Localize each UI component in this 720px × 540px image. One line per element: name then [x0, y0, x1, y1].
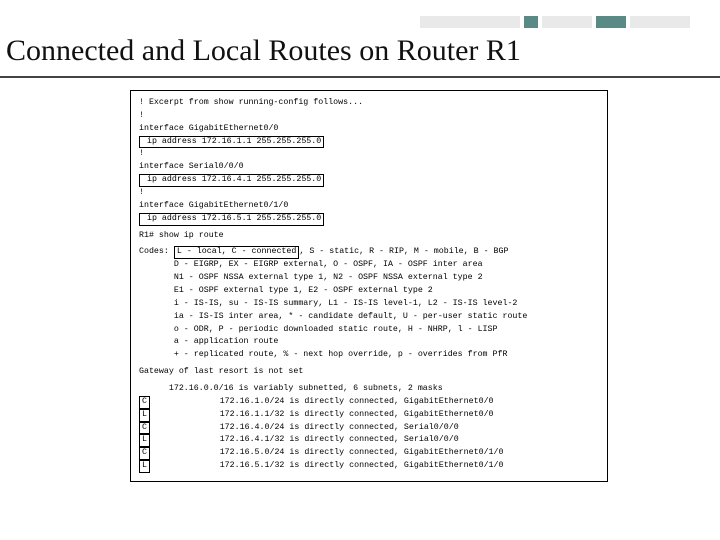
route-code-highlight: L — [139, 434, 150, 447]
terminal-line: E1 - OSPF external type 1, E2 - OSPF ext… — [139, 285, 599, 298]
route-code-highlight: L — [139, 409, 150, 422]
ip-address-highlight: ip address 172.16.5.1 255.255.255.0 — [139, 213, 324, 226]
terminal-line: Gateway of last resort is not set — [139, 366, 599, 379]
terminal-panel: ! Excerpt from show running-config follo… — [130, 90, 608, 482]
route-code-highlight: C — [139, 447, 150, 460]
terminal-line: a - application route — [139, 336, 599, 349]
ip-address-highlight: ip address 172.16.1.1 255.255.255.0 — [139, 136, 324, 149]
terminal-line: ip address 172.16.5.1 255.255.255.0 — [139, 213, 599, 226]
terminal-line: C 172.16.1.0/24 is directly connected, G… — [139, 396, 599, 409]
terminal-line: interface GigabitEthernet0/1/0 — [139, 200, 599, 213]
terminal-line: L 172.16.4.1/32 is directly connected, S… — [139, 434, 599, 447]
terminal-line: ! — [139, 187, 599, 200]
terminal-line: interface GigabitEthernet0/0 — [139, 123, 599, 136]
terminal-line: i - IS-IS, su - IS-IS summary, L1 - IS-I… — [139, 298, 599, 311]
route-code-highlight: C — [139, 422, 150, 435]
terminal-line: ! — [139, 148, 599, 161]
terminal-line: D - EIGRP, EX - EIGRP external, O - OSPF… — [139, 259, 599, 272]
slide-title: Connected and Local Routes on Router R1 — [6, 34, 521, 68]
terminal-line: o - ODR, P - periodic downloaded static … — [139, 324, 599, 337]
codes-highlight: L - local, C - connected — [174, 246, 300, 259]
terminal-line: ip address 172.16.4.1 255.255.255.0 — [139, 174, 599, 187]
terminal-line: ! Excerpt from show running-config follo… — [139, 97, 599, 110]
terminal-line: L 172.16.5.1/32 is directly connected, G… — [139, 460, 599, 473]
terminal-line: Codes: L - local, C - connected, S - sta… — [139, 246, 599, 259]
terminal-line: ip address 172.16.1.1 255.255.255.0 — [139, 136, 599, 149]
terminal-line: C 172.16.5.0/24 is directly connected, G… — [139, 447, 599, 460]
terminal-line: ! — [139, 110, 599, 123]
terminal-line: L 172.16.1.1/32 is directly connected, G… — [139, 409, 599, 422]
terminal-line: ia - IS-IS inter area, * - candidate def… — [139, 311, 599, 324]
terminal-line: 172.16.0.0/16 is variably subnetted, 6 s… — [139, 383, 599, 396]
route-code-highlight: L — [139, 460, 150, 473]
terminal-line: R1# show ip route — [139, 230, 599, 243]
ip-address-highlight: ip address 172.16.4.1 255.255.255.0 — [139, 174, 324, 187]
header-decor-bar — [420, 16, 690, 28]
terminal-line: C 172.16.4.0/24 is directly connected, S… — [139, 422, 599, 435]
terminal-line: + - replicated route, % - next hop overr… — [139, 349, 599, 362]
terminal-line: N1 - OSPF NSSA external type 1, N2 - OSP… — [139, 272, 599, 285]
title-underline — [0, 76, 720, 78]
route-code-highlight: C — [139, 396, 150, 409]
terminal-line: interface Serial0/0/0 — [139, 161, 599, 174]
